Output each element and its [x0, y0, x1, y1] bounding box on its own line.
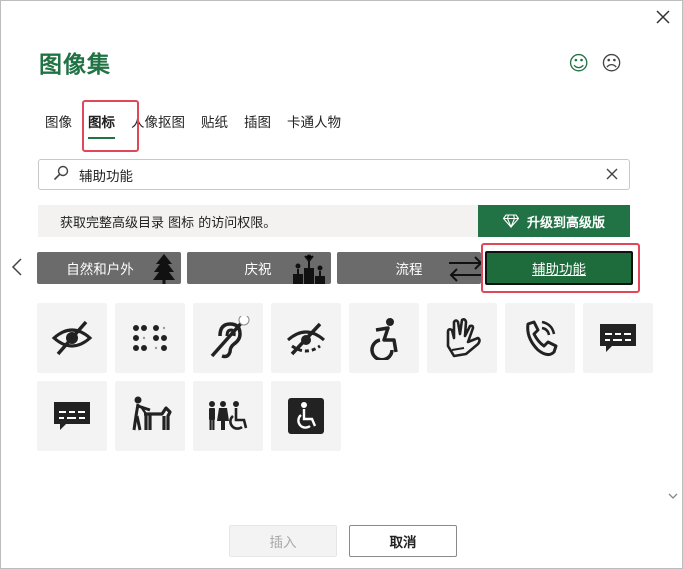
cancel-button[interactable]: 取消 [349, 525, 457, 557]
search-box: 辅助功能 [38, 159, 630, 190]
feedback-group: ☺ ☹ [568, 53, 622, 73]
category-label: 辅助功能 [532, 262, 586, 278]
chevron-left-icon[interactable] [11, 257, 23, 283]
icon-tile[interactable] [349, 303, 419, 373]
tab-cutout-people[interactable]: 人像抠图 [123, 105, 193, 137]
close-icon [656, 10, 670, 24]
premium-banner-text: 获取完整高级目录 图标 的访问权限。 [60, 215, 277, 231]
tree-icon [153, 254, 175, 284]
tab-stickers[interactable]: 贴纸 [193, 105, 236, 137]
premium-banner: 获取完整高级目录 图标 的访问权限。 [38, 205, 478, 237]
icon-tile[interactable] [271, 303, 341, 373]
close-dialog-button[interactable] [652, 6, 674, 28]
closed-caption-icon [600, 324, 636, 352]
category-process[interactable]: 流程 [337, 252, 481, 284]
category-label: 自然和户外 [66, 262, 134, 278]
accessible-restroom-icon [209, 401, 248, 430]
icon-tile[interactable] [271, 381, 341, 451]
search-input[interactable]: 辅助功能 [79, 165, 595, 185]
hearing-impaired-icon [210, 316, 250, 359]
upgrade-label: 升级到高级版 [526, 215, 605, 231]
eye-crossed-icon [51, 320, 93, 356]
search-icon [53, 165, 79, 185]
tab-cartoon-people[interactable]: 卡通人物 [279, 105, 349, 137]
chevron-down-icon[interactable] [668, 489, 678, 503]
category-label: 庆祝 [244, 262, 272, 278]
category-celebration[interactable]: 庆祝 [187, 252, 331, 284]
vertical-scrollbar[interactable] [668, 303, 678, 513]
clear-search-button[interactable] [595, 165, 629, 184]
tab-images[interactable]: 图像 [37, 105, 80, 137]
wheelchair-active-icon [370, 318, 398, 360]
icon-tile[interactable] [583, 303, 653, 373]
dialog-title: 图像集 [39, 52, 111, 78]
icon-tile[interactable] [193, 303, 263, 373]
icon-tile[interactable] [115, 381, 185, 451]
sign-language-icon [446, 318, 481, 358]
icon-tile[interactable] [193, 381, 263, 451]
icon-tile[interactable] [505, 303, 575, 373]
low-vision-icon [287, 322, 325, 356]
guide-dog-icon [132, 396, 172, 431]
image-collection-dialog: 图像集 ☺ ☹ 图像 图标 人像抠图 贴纸 插图 卡通人物 辅助功能 获取完整高… [0, 0, 683, 569]
icon-tile[interactable] [37, 303, 107, 373]
tab-icons[interactable]: 图标 [80, 105, 123, 139]
icon-tile[interactable] [427, 303, 497, 373]
icon-tile[interactable] [115, 303, 185, 373]
category-nature[interactable]: 自然和户外 [37, 252, 181, 284]
podium-icon [293, 254, 325, 284]
diamond-icon [502, 214, 519, 228]
close-icon [606, 168, 618, 180]
accessible-symbol-icon [288, 398, 324, 434]
braille-icon [133, 325, 167, 351]
caption-bubble-icon [54, 402, 90, 430]
icon-tile[interactable] [37, 381, 107, 451]
insert-button[interactable]: 插入 [229, 525, 337, 557]
upgrade-button[interactable]: 升级到高级版 [478, 205, 630, 237]
swap-arrows-icon [449, 256, 481, 282]
category-accessibility[interactable]: 辅助功能 [485, 251, 633, 285]
tab-illustrations[interactable]: 插图 [236, 105, 279, 137]
category-label: 流程 [395, 262, 423, 278]
smile-feedback-icon[interactable]: ☺ [568, 53, 589, 73]
phone-volume-icon [526, 320, 558, 357]
frown-feedback-icon[interactable]: ☹ [601, 53, 622, 73]
tab-bar: 图像 图标 人像抠图 贴纸 插图 卡通人物 [37, 105, 349, 139]
